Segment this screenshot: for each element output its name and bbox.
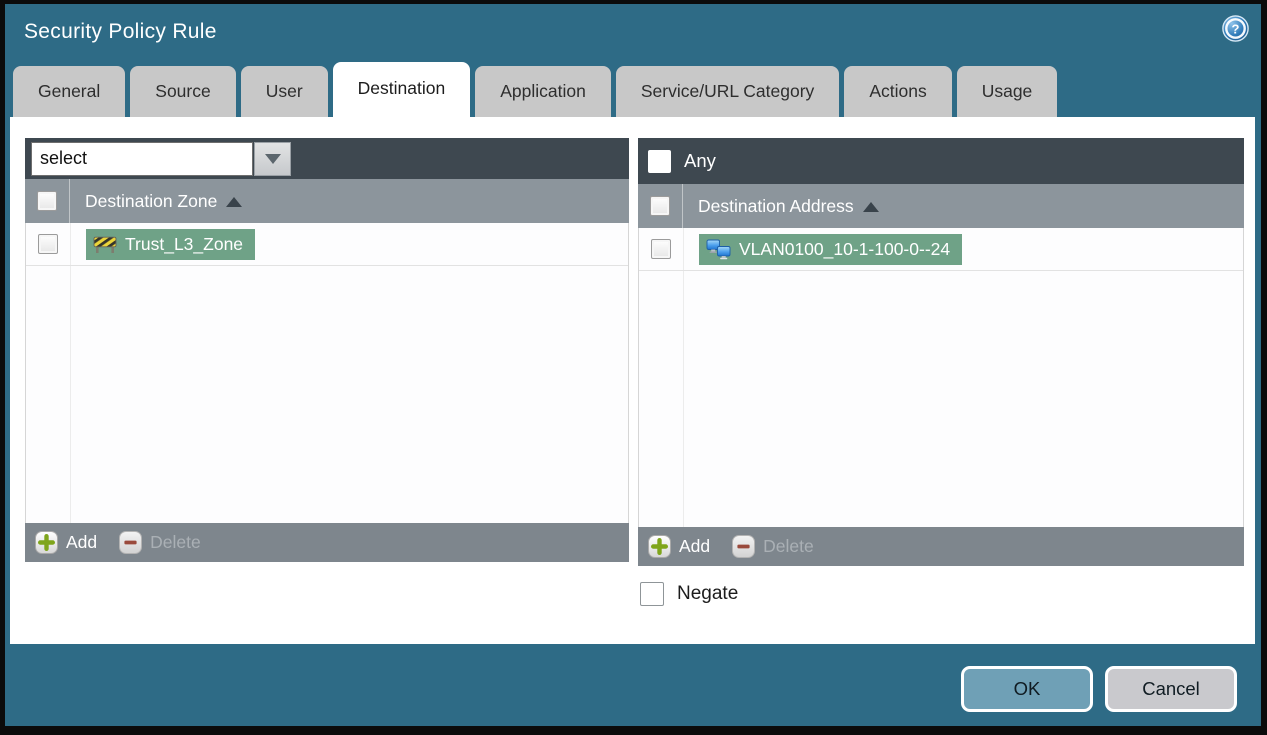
- address-add-button[interactable]: Add: [648, 535, 710, 558]
- dialog-titlebar: Security Policy Rule ?: [5, 4, 1261, 62]
- address-column-header[interactable]: Destination Address: [698, 196, 879, 217]
- tab-destination[interactable]: Destination: [332, 62, 471, 117]
- zone-icon: [93, 236, 117, 253]
- delete-minus-icon: [119, 531, 143, 554]
- zone-delete-button[interactable]: Delete: [119, 531, 201, 554]
- address-delete-label: Delete: [763, 536, 814, 556]
- tab-application[interactable]: Application: [475, 66, 611, 117]
- zone-column-header[interactable]: Destination Zone: [85, 190, 243, 212]
- security-policy-rule-dialog: Security Policy Rule ? General Source Us…: [5, 4, 1261, 726]
- tab-source[interactable]: Source: [130, 66, 236, 117]
- address-item-label: VLAN0100_10-1-100-0--24: [739, 238, 951, 259]
- zone-panel-footer: Add Delete: [25, 523, 629, 562]
- zone-select-all-checkbox[interactable]: [37, 191, 57, 211]
- address-list: VLAN0100_10-1-100-0--24: [638, 228, 1244, 527]
- zone-select-all-cell: [25, 179, 70, 223]
- address-column-header-label: Destination Address: [698, 195, 854, 216]
- zone-column-header-row: Destination Zone: [25, 179, 629, 223]
- network-address-icon: [706, 239, 731, 259]
- add-plus-icon: [35, 531, 58, 554]
- cancel-button[interactable]: Cancel: [1105, 666, 1237, 712]
- tab-actions[interactable]: Actions: [844, 66, 952, 117]
- address-select-all-checkbox[interactable]: [650, 196, 670, 216]
- zone-list: Trust_L3_Zone: [25, 223, 629, 523]
- address-delete-button[interactable]: Delete: [732, 535, 814, 558]
- sort-ascending-icon: [862, 202, 879, 212]
- tab-user[interactable]: User: [240, 66, 328, 117]
- address-row: VLAN0100_10-1-100-0--24: [639, 228, 1243, 271]
- tab-usage[interactable]: Usage: [956, 66, 1058, 117]
- zone-delete-label: Delete: [150, 532, 201, 552]
- address-panel-footer: Add Delete: [638, 527, 1244, 566]
- sort-ascending-icon: [226, 197, 243, 207]
- any-checkbox[interactable]: [648, 149, 671, 173]
- negate-label: Negate: [677, 583, 739, 604]
- add-plus-icon: [648, 535, 671, 558]
- zone-filter-bar: [25, 138, 629, 179]
- zone-add-label: Add: [66, 532, 98, 552]
- any-label: Any: [684, 150, 716, 171]
- address-row-checkbox-cell: [639, 228, 684, 270]
- zone-row-checkbox[interactable]: [38, 234, 58, 254]
- zone-column-header-label: Destination Zone: [85, 190, 218, 211]
- tab-service-url-category[interactable]: Service/URL Category: [615, 66, 840, 117]
- ok-button[interactable]: OK: [961, 666, 1093, 712]
- chevron-down-icon: [264, 153, 281, 164]
- address-row-checkbox[interactable]: [651, 239, 671, 259]
- tab-content-destination: Destination Zone: [10, 117, 1255, 644]
- zone-row-checkbox-cell: [26, 223, 71, 265]
- delete-minus-icon: [732, 535, 756, 558]
- screen: Security Policy Rule ? General Source Us…: [0, 0, 1267, 735]
- destination-address-panel: Any Destination Address VLAN0100_10-1-10…: [638, 138, 1244, 566]
- any-bar: Any: [638, 138, 1244, 184]
- dialog-title: Security Policy Rule: [24, 20, 217, 43]
- zone-select-dropdown-button[interactable]: [254, 141, 291, 176]
- address-select-all-cell: [638, 184, 683, 228]
- zone-row: Trust_L3_Zone: [26, 223, 628, 266]
- zone-select-input[interactable]: [31, 141, 253, 176]
- tab-general[interactable]: General: [13, 66, 126, 117]
- zone-add-button[interactable]: Add: [35, 531, 97, 554]
- address-column-header-row: Destination Address: [638, 184, 1244, 228]
- negate-checkbox[interactable]: [640, 582, 664, 606]
- address-item-vlan0100[interactable]: VLAN0100_10-1-100-0--24: [699, 233, 963, 265]
- zone-item-trust-l3-zone[interactable]: Trust_L3_Zone: [86, 228, 256, 260]
- help-icon[interactable]: ?: [1222, 15, 1249, 42]
- negate-control: Negate: [640, 582, 738, 606]
- svg-text:?: ?: [1232, 21, 1240, 36]
- zone-item-label: Trust_L3_Zone: [125, 233, 244, 254]
- address-add-label: Add: [679, 536, 711, 556]
- dialog-tabs: General Source User Destination Applicat…: [13, 62, 1253, 117]
- destination-zone-panel: Destination Zone: [25, 138, 629, 562]
